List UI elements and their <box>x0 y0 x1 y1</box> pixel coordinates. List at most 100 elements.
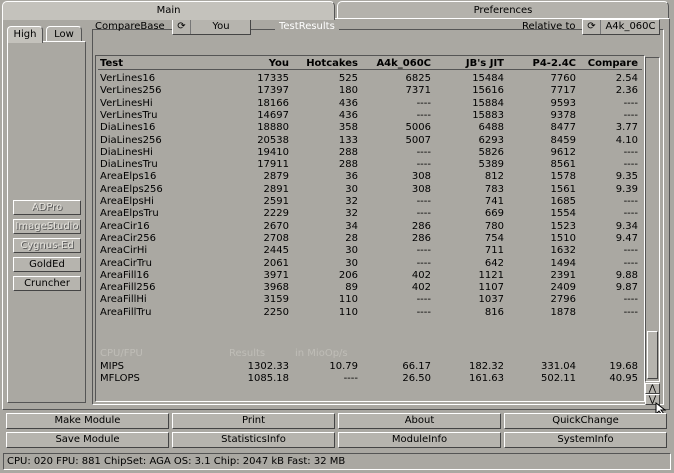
golded-button[interactable]: GoldEd <box>13 257 81 272</box>
table-cell: 17335 <box>257 73 289 84</box>
table-cell: AreaElps16 <box>100 171 157 183</box>
table-cell: 331.04 <box>541 361 576 372</box>
table-cell: 8561 <box>550 159 576 171</box>
table-cell: 9.87 <box>615 282 638 294</box>
table-cell: ---- <box>416 245 431 257</box>
cpu-section-header: CPU/FPU Results in MioOp/s <box>96 348 644 360</box>
table-row: AreaFillHi 3159 110 ---- 1037 2796 ---- <box>96 294 644 306</box>
tab-main[interactable]: Main <box>2 1 335 20</box>
table-cell: 402 <box>411 282 431 294</box>
table-cell: ---- <box>416 196 431 207</box>
table-cell: 741 <box>484 196 504 207</box>
table-row: AreaCirTru 2061 30 ---- 642 1494 ---- <box>96 258 644 270</box>
table-cell: 8459 <box>550 134 576 146</box>
table-row: AreaCirHi 2445 30 ---- 711 1632 ---- <box>96 245 644 257</box>
table-cell: 3968 <box>263 282 289 294</box>
table-cell: 308 <box>411 183 431 195</box>
module-panel: ADPro ImageStudio Cygnus-Ed GoldEd Crunc… <box>7 41 86 403</box>
table-cell: 5006 <box>405 122 431 134</box>
table-cell: ---- <box>623 146 638 158</box>
table-cell: ---- <box>623 306 638 318</box>
table-cell: 308 <box>411 171 431 183</box>
table-cell: ---- <box>623 109 638 121</box>
table-cell: 1523 <box>550 220 576 232</box>
table-cell: 15884 <box>472 97 504 109</box>
table-cell: 20538 <box>257 134 289 146</box>
table-cell: 2879 <box>263 171 289 183</box>
table-cell: 17911 <box>257 159 289 171</box>
print-button[interactable]: Print <box>172 413 335 429</box>
cygnus-ed-button[interactable]: Cygnus-Ed <box>13 238 81 253</box>
relative-to-label: Relative to <box>522 21 576 32</box>
about-button[interactable]: About <box>338 413 501 429</box>
compare-base-cycle[interactable]: ⟳ You <box>172 19 251 35</box>
table-cell: 754 <box>484 232 504 244</box>
results-table[interactable]: Test You Hotcakes A4k_060C JB's JIT P4-2… <box>95 55 645 402</box>
cruncher-button[interactable]: Cruncher <box>13 276 81 291</box>
make-module-button[interactable]: Make Module <box>6 413 169 429</box>
table-cell: 180 <box>338 85 358 97</box>
module-info-button[interactable]: ModuleInfo <box>338 432 501 448</box>
statistics-info-button[interactable]: StatisticsInfo <box>172 432 335 448</box>
table-cell: 2891 <box>263 183 289 195</box>
table-cell: 5826 <box>478 146 504 158</box>
table-cell: 1494 <box>550 257 576 269</box>
table-cell: 18880 <box>257 122 289 134</box>
table-cell: 7717 <box>550 85 576 97</box>
table-cell: DiaLinesHi <box>100 146 153 158</box>
cycle-icon: ⟳ <box>583 20 601 34</box>
table-cell: 436 <box>338 97 358 109</box>
table-row: AreaCir16 2670 34 286 780 1523 9.34 <box>96 221 644 233</box>
scrollbar-knob[interactable] <box>647 331 658 379</box>
table-cell: 3.77 <box>615 122 638 134</box>
table-cell: 286 <box>411 220 431 232</box>
arrow-up-icon: ⋀ <box>648 384 657 394</box>
table-cell: AreaFill256 <box>100 282 156 294</box>
table-cell: 15484 <box>472 73 504 84</box>
table-cell: AreaCir16 <box>100 220 150 232</box>
table-cell: 9.88 <box>615 269 638 281</box>
table-cell: 9378 <box>550 109 576 121</box>
table-cell: 812 <box>484 171 504 183</box>
tab-preferences[interactable]: Preferences <box>337 1 669 19</box>
table-cell: 32 <box>345 196 358 207</box>
table-cell: 9.34 <box>615 220 638 232</box>
table-cell: 30 <box>345 245 358 257</box>
status-bar: CPU: 020 FPU: 881 ChipSet: AGA OS: 3.1 C… <box>3 453 671 470</box>
relative-to-cycle[interactable]: ⟳ A4k_060C <box>582 19 660 35</box>
table-cell: 36 <box>345 171 358 183</box>
table-row: DiaLines16 18880 358 5006 6488 8477 3.77 <box>96 122 644 134</box>
table-row: AreaCir256 2708 28 286 754 1510 9.47 <box>96 233 644 245</box>
table-cell: 34 <box>345 220 358 232</box>
table-cell: 286 <box>411 232 431 244</box>
table-cell: VerLinesTru <box>100 109 158 121</box>
table-cell: 6293 <box>478 134 504 146</box>
table-cell: AreaFillHi <box>100 294 147 306</box>
table-cell: 6488 <box>478 122 504 134</box>
table-cell: ---- <box>623 208 638 220</box>
table-cell: 8477 <box>550 122 576 134</box>
tab-low[interactable]: Low <box>46 26 82 42</box>
table-cell: 1107 <box>478 282 504 294</box>
table-cell: 2229 <box>263 208 289 220</box>
table-row: DiaLinesHi 19410 288 ---- 5826 9612 ---- <box>96 147 644 159</box>
table-cell: ---- <box>416 159 431 171</box>
cpu-row: MFLOPS 1085.18 ---- 26.50 161.63 502.11 40.95 <box>96 373 644 385</box>
scroll-up-button[interactable]: ⋀ <box>645 383 660 394</box>
table-cell: 10.79 <box>329 361 358 372</box>
table-cell: 1302.33 <box>247 361 289 372</box>
tab-high[interactable]: High <box>7 26 43 43</box>
system-info-button[interactable]: SystemInfo <box>504 432 667 448</box>
adpro-button[interactable]: ADPro <box>13 200 81 215</box>
save-module-button[interactable]: Save Module <box>6 432 169 448</box>
table-cell: ---- <box>416 294 431 306</box>
table-row: VerLines256 17397 180 7371 15616 7717 2.36 <box>96 85 644 97</box>
table-cell: 15883 <box>472 109 504 121</box>
table-cell: AreaElpsHi <box>100 196 154 207</box>
table-cell: 1037 <box>478 294 504 306</box>
imagestudio-button[interactable]: ImageStudio <box>13 219 81 234</box>
quickchange-button[interactable]: QuickChange <box>504 413 667 429</box>
results-scrollbar[interactable] <box>645 57 660 382</box>
table-cell: 2591 <box>263 196 289 207</box>
table-cell: 206 <box>338 269 358 281</box>
